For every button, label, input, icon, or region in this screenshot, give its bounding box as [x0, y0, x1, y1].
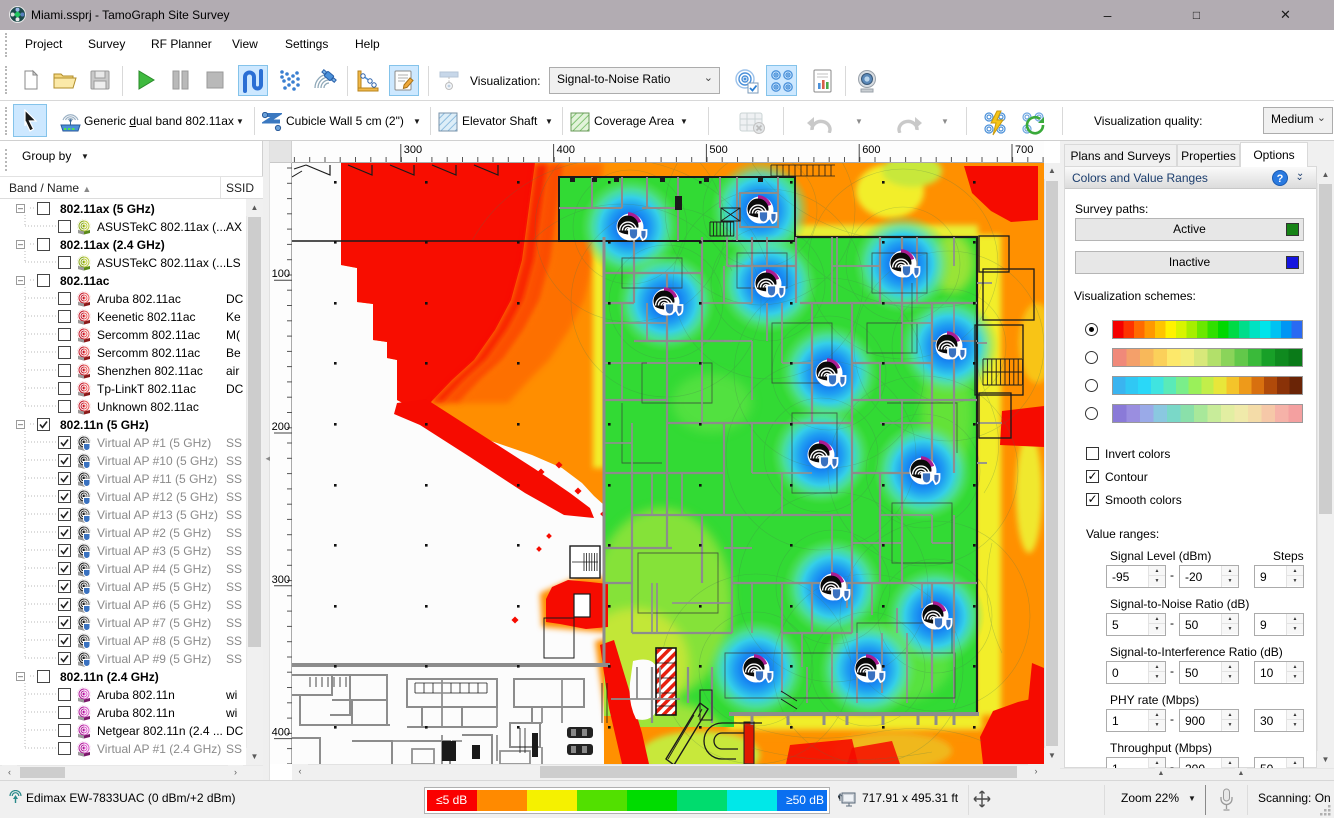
svg-text:600: 600 [862, 144, 880, 156]
svg-text:100: 100 [272, 268, 290, 280]
svg-text:300: 300 [404, 144, 422, 156]
svg-text:400: 400 [272, 727, 290, 739]
svg-text:700: 700 [1015, 144, 1033, 156]
svg-text:500: 500 [709, 144, 727, 156]
svg-text:300: 300 [272, 574, 290, 586]
svg-text:400: 400 [557, 144, 575, 156]
svg-text:200: 200 [272, 421, 290, 433]
